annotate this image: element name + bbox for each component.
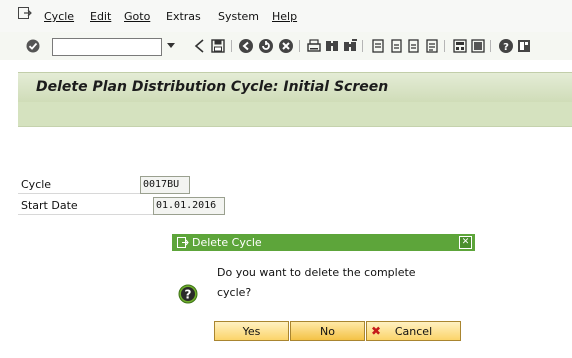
field-divider [18,214,153,215]
dialog-message-line: cycle? [217,286,252,299]
question-icon: ? [178,284,198,304]
toolbar-separator [444,40,445,52]
menu-help[interactable]: Help [272,10,297,23]
layout-icon[interactable] [516,38,532,54]
command-field[interactable] [52,38,162,56]
menu-goto-label: Goto [124,10,151,23]
shortcut-icon[interactable] [470,38,486,54]
find-next-icon[interactable] [342,38,358,54]
menu-extras[interactable]: Extras [166,10,201,23]
dialog-menu-icon[interactable] [177,237,189,248]
menu-system[interactable]: System [218,10,259,23]
back-icon[interactable] [238,38,254,54]
menu-extras-label: Extras [166,10,201,23]
svg-text:?: ? [503,42,509,53]
cancel-button[interactable]: ✖ Cancel [366,321,461,341]
start-date-field[interactable]: 01.01.2016 [153,197,225,215]
save-icon[interactable] [210,38,226,54]
menu-system-label: System [218,10,260,23]
title-bar: Delete Plan Distribution Cycle: Initial … [18,72,572,103]
dialog-title: Delete Cycle [192,236,262,249]
last-page-icon[interactable] [424,38,440,54]
menu-edit[interactable]: Edit [90,10,111,23]
menu-cycle-label: Cycle [44,10,75,23]
help-icon[interactable]: ? [498,38,514,54]
cancel-icon[interactable] [278,38,294,54]
start-date-label: Start Date [21,199,78,212]
menu-edit-label: Edit [90,10,112,23]
toolbar-separator [490,40,491,52]
cycle-field[interactable]: 0017BU [140,176,190,194]
toolbar-separator [231,40,232,52]
toolbar-separator [362,40,363,52]
new-session-icon[interactable] [452,38,468,54]
close-icon[interactable]: ✕ [459,236,472,249]
menu-help-label: Help [272,10,298,23]
field-divider [18,193,140,194]
svg-text:?: ? [185,288,192,302]
standard-toolbar: ? [0,32,572,60]
no-button[interactable]: No [290,321,365,341]
next-page-icon[interactable] [406,38,422,54]
dialog-message: Do you want to delete the complete cycle… [217,263,437,303]
page-title: Delete Plan Distribution Cycle: Initial … [36,79,389,95]
application-toolbar [18,102,572,127]
exit-icon[interactable] [258,38,274,54]
dialog-message-line: Do you want to delete the complete [217,266,416,279]
system-menu-icon[interactable] [18,7,32,19]
toolbar-separator [299,40,300,52]
command-history-dropdown-icon[interactable] [166,40,176,50]
print-icon[interactable] [306,38,322,54]
cycle-label: Cycle [21,178,52,191]
find-icon[interactable] [324,38,340,54]
cancel-button-label: Cancel [394,325,433,338]
menu-goto[interactable]: Goto [124,10,150,23]
first-page-icon[interactable] [370,38,386,54]
menu-cycle[interactable]: Cycle [44,10,74,23]
menu-bar: Cycle Edit Goto Extras System Help [0,0,572,32]
delete-cycle-dialog: Delete Cycle ✕ Do you want to delete the… [172,234,475,350]
cancel-x-icon: ✖ [371,324,382,338]
back-arrow-icon[interactable] [192,38,208,54]
checkmark-icon[interactable] [26,39,40,53]
yes-button[interactable]: Yes [214,321,289,341]
dialog-title-bar: Delete Cycle ✕ [172,234,475,251]
previous-page-icon[interactable] [388,38,404,54]
